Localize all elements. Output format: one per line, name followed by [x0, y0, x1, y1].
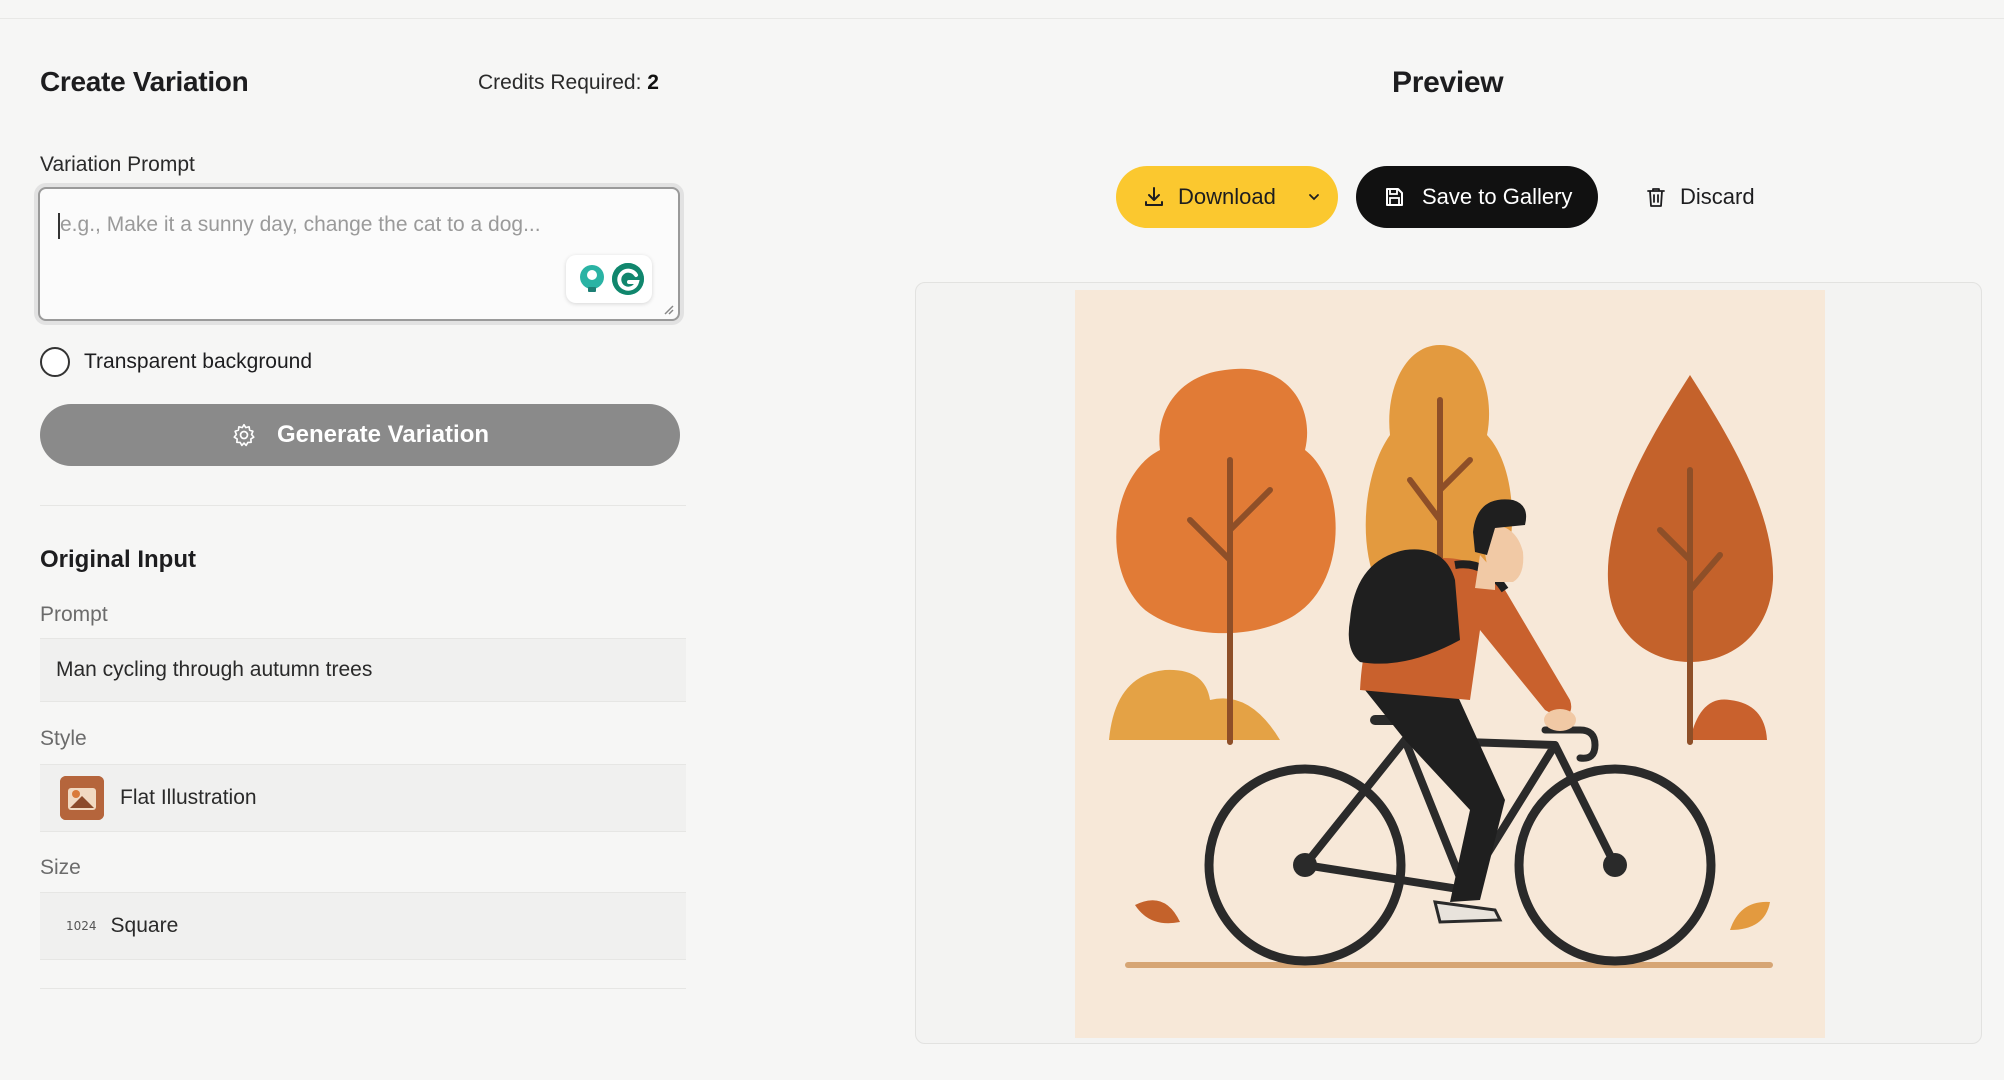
credits-label: Credits Required:	[478, 71, 642, 94]
credits-value: 2	[647, 71, 659, 94]
transparent-background-checkbox[interactable]	[40, 347, 70, 377]
generate-variation-label: Generate Variation	[276, 421, 490, 448]
trash-icon	[1647, 188, 1665, 207]
original-style-value: Flat Illustration	[120, 786, 257, 809]
original-style-label: Style	[40, 727, 87, 750]
generated-image	[1075, 290, 1825, 1038]
credits-required: Credits Required: 2	[478, 71, 659, 95]
original-input-title: Original Input	[40, 546, 196, 573]
chevron-down-icon[interactable]	[1306, 189, 1322, 205]
flat-illustration-thumbnail-icon	[60, 776, 104, 820]
section-divider	[40, 505, 686, 506]
variation-prompt-input[interactable]: e.g., Make it a sunny day, change the ca…	[38, 187, 680, 321]
variation-prompt-label: Variation Prompt	[40, 153, 195, 176]
original-size-field: 1024 Square	[40, 892, 686, 960]
original-prompt-field: Man cycling through autumn trees	[40, 638, 686, 702]
create-variation-panel: Create Variation Credits Required: 2 Var…	[0, 0, 760, 1080]
gear-icon	[233, 423, 255, 447]
download-label: Download	[1178, 184, 1276, 209]
original-prompt-label: Prompt	[40, 603, 108, 626]
original-size-value: Square	[110, 914, 179, 937]
download-icon	[1145, 187, 1163, 206]
section-divider-bottom	[40, 988, 686, 989]
writing-assistant-icons	[566, 255, 652, 303]
size-badge: 1024	[66, 919, 97, 933]
grammarly-icon[interactable]	[612, 263, 644, 295]
discard-label: Discard	[1680, 184, 1755, 209]
original-prompt-value: Man cycling through autumn trees	[56, 658, 373, 681]
download-button[interactable]: Download	[1116, 166, 1338, 228]
original-size-label: Size	[40, 856, 81, 879]
resize-handle-icon[interactable]	[662, 303, 674, 315]
variation-prompt-placeholder: e.g., Make it a sunny day, change the ca…	[60, 213, 541, 236]
original-style-field: Flat Illustration	[40, 764, 686, 832]
save-to-gallery-button[interactable]: Save to Gallery	[1356, 166, 1598, 228]
transparent-background-label[interactable]: Transparent background	[84, 350, 312, 374]
preview-title: Preview	[1392, 66, 1504, 99]
discard-button[interactable]: Discard	[1634, 166, 1764, 228]
create-variation-title: Create Variation	[40, 66, 249, 97]
generate-variation-button[interactable]: Generate Variation	[40, 404, 680, 466]
lightbulb-icon[interactable]	[580, 265, 604, 292]
save-icon	[1386, 188, 1403, 206]
save-to-gallery-label: Save to Gallery	[1422, 184, 1573, 209]
